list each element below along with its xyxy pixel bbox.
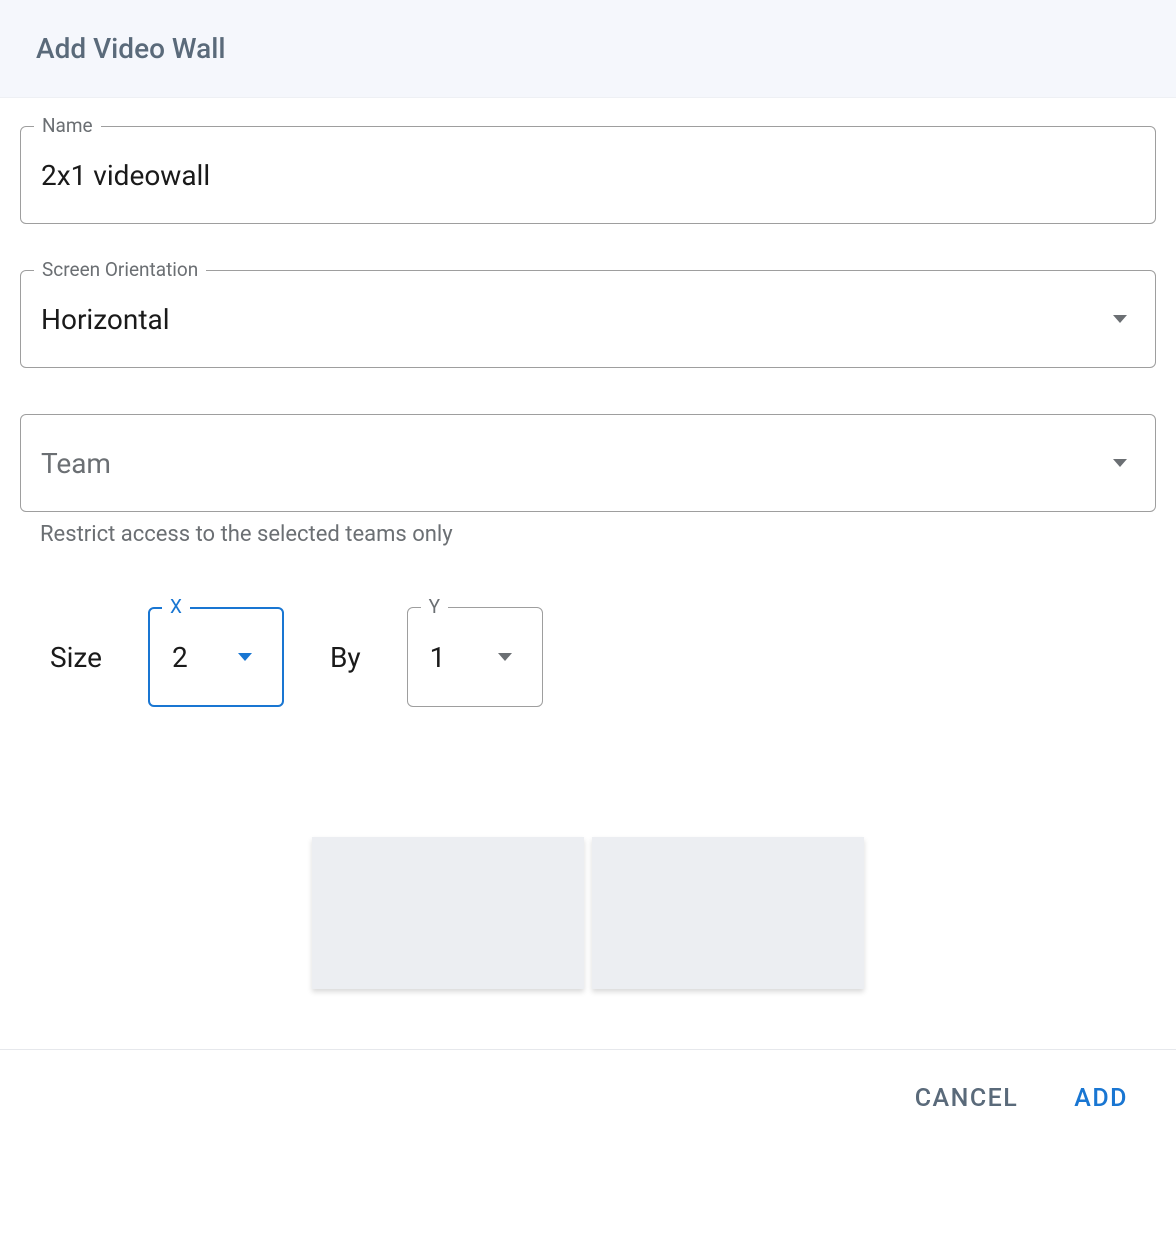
videowall-preview (20, 837, 1156, 989)
size-y-wrapper: Y 1 (407, 607, 543, 707)
chevron-down-icon (1113, 459, 1127, 467)
size-y-label: Y (421, 595, 448, 618)
dialog-title: Add Video Wall (36, 32, 1140, 65)
size-x-select[interactable]: 2 (148, 607, 284, 707)
team-field-wrapper: Team (20, 414, 1156, 512)
dialog-header: Add Video Wall (0, 0, 1176, 98)
preview-tile (312, 837, 584, 989)
name-input[interactable]: 2x1 videowall (20, 126, 1156, 224)
team-helper-text: Restrict access to the selected teams on… (20, 522, 1156, 547)
dialog-content: Name 2x1 videowall Screen Orientation Ho… (0, 98, 1176, 1049)
name-value: 2x1 videowall (41, 159, 210, 192)
orientation-label: Screen Orientation (34, 258, 206, 281)
size-x-wrapper: X 2 (148, 607, 284, 707)
orientation-value: Horizontal (41, 303, 170, 336)
preview-tile (592, 837, 864, 989)
name-label: Name (34, 114, 101, 137)
size-x-label: X (162, 595, 190, 618)
orientation-field-wrapper: Screen Orientation Horizontal (20, 270, 1156, 368)
size-x-value: 2 (172, 641, 188, 674)
chevron-down-icon (498, 653, 512, 661)
orientation-select[interactable]: Horizontal (20, 270, 1156, 368)
size-separator: By (330, 641, 361, 674)
size-label: Size (50, 641, 102, 674)
size-y-select[interactable]: 1 (407, 607, 543, 707)
size-row: Size X 2 By Y 1 (20, 607, 1156, 707)
name-field-wrapper: Name 2x1 videowall (20, 126, 1156, 224)
team-select[interactable]: Team (20, 414, 1156, 512)
add-button[interactable]: ADD (1074, 1084, 1128, 1113)
size-y-value: 1 (430, 641, 446, 674)
chevron-down-icon (238, 653, 252, 661)
team-placeholder: Team (41, 447, 111, 480)
dialog-footer: CANCEL ADD (0, 1049, 1176, 1147)
cancel-button[interactable]: CANCEL (915, 1084, 1019, 1113)
chevron-down-icon (1113, 315, 1127, 323)
